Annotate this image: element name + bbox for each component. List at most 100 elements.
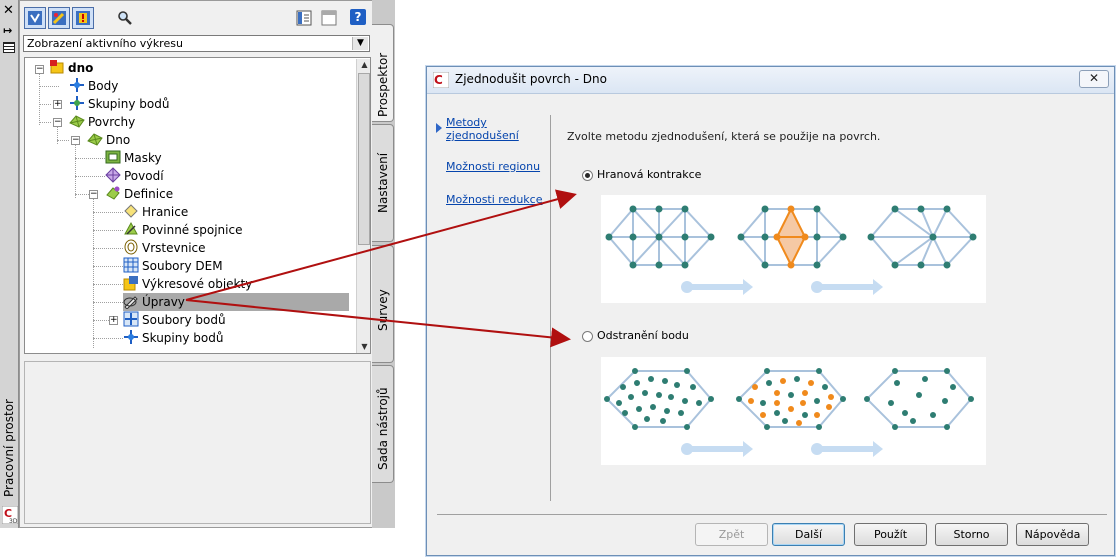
tab-survey[interactable]: Survey — [372, 245, 394, 363]
tree-item-dno-drawing[interactable]: dno — [49, 59, 93, 77]
tab-label: Sada nástrojů — [376, 387, 390, 470]
watersheds-icon — [105, 167, 121, 183]
tree-item-vrstevnice[interactable]: Vrstevnice — [123, 239, 206, 257]
active-page-marker-icon — [436, 123, 442, 133]
edits-icon — [123, 296, 138, 309]
edit-icon[interactable] — [48, 7, 70, 29]
item-view-pane — [24, 361, 371, 524]
point-groups-icon — [70, 96, 84, 110]
point-removal-label[interactable]: Odstranění bodu — [597, 329, 689, 342]
tree-item-label: Soubory bodů — [142, 313, 226, 327]
tree-item-label: Soubory DEM — [142, 259, 223, 273]
scroll-up-icon[interactable]: ▲ — [357, 59, 370, 71]
tree-item-hranice[interactable]: Hranice — [123, 203, 188, 221]
scrollbar-thumb[interactable] — [358, 73, 370, 245]
collapse-icon[interactable]: − — [53, 118, 62, 127]
workspace-label: Pracovní prostor — [2, 399, 16, 497]
tree-item-vykresove-objekty[interactable]: Výkresové objekty — [123, 275, 252, 293]
list-view-icon[interactable] — [296, 10, 312, 29]
surfaces-icon — [69, 115, 85, 128]
tree-item-soubory-bodu[interactable]: Soubory bodů — [123, 311, 226, 329]
tree-item-label: Úpravy — [142, 295, 185, 309]
collapse-icon[interactable]: − — [71, 136, 80, 145]
tree-item-povodi[interactable]: Povodí — [105, 167, 164, 185]
svg-text:C: C — [434, 73, 443, 87]
civil3d-app-icon: C — [433, 72, 449, 88]
view-select-value: Zobrazení aktivního výkresu — [27, 37, 183, 50]
warning-icon[interactable] — [72, 7, 94, 29]
back-button[interactable]: Zpět — [695, 523, 768, 546]
edge-contraction-illustration — [601, 195, 986, 303]
tree-item-label: Výkresové objekty — [142, 277, 253, 291]
next-button[interactable]: Další — [772, 523, 845, 546]
tree-item-povinne-spojnice[interactable]: Povinné spojnice — [123, 221, 242, 239]
chevron-down-icon[interactable]: ▼ — [352, 37, 368, 50]
tab-nastaveni[interactable]: Nastavení — [372, 124, 394, 242]
view-select[interactable]: Zobrazení aktivního výkresu ▼ — [23, 35, 370, 52]
tree-item-label: Povinné spojnice — [142, 223, 243, 237]
point-removal-radio[interactable] — [582, 331, 593, 342]
civil3d-logo-icon: C 3D — [2, 506, 18, 524]
properties-icon[interactable] — [3, 42, 15, 53]
masks-icon — [105, 150, 121, 164]
close-icon[interactable]: ✕ — [3, 4, 14, 17]
toolspace-palette: ✕ ↦ Pracovní prostor C 3D ? Zobrazení ak… — [0, 0, 395, 528]
tree-scrollbar[interactable]: ▲ ▼ — [356, 59, 370, 353]
expand-icon[interactable]: + — [109, 316, 118, 325]
tree-item-label: Povodí — [124, 169, 164, 183]
tree-item-label: Vrstevnice — [142, 241, 206, 255]
tab-label: Prospektor — [376, 52, 390, 117]
drawing-icon — [50, 60, 64, 74]
button-separator — [437, 514, 1107, 515]
tree-item-povrchy[interactable]: Povrchy — [69, 113, 135, 131]
close-icon: ✕ — [1088, 71, 1100, 85]
tab-sada-nastroju[interactable]: Sada nástrojů — [372, 365, 394, 483]
expand-icon[interactable]: + — [53, 100, 62, 109]
item-view-icon[interactable] — [321, 10, 337, 29]
tree-item-skupiny-bodu[interactable]: Skupiny bodů — [69, 95, 169, 113]
edge-contraction-radio[interactable] — [582, 170, 593, 181]
nav-moznosti-regionu[interactable]: Možnosti regionu — [446, 160, 540, 173]
tree-item-label: dno — [68, 61, 94, 75]
prospector-pane: ? Zobrazení aktivního výkresu ▼ − + − − … — [19, 0, 373, 528]
nav-moznosti-redukce[interactable]: Možnosti redukce — [446, 193, 542, 206]
collapse-icon[interactable]: − — [89, 190, 98, 199]
point-removal-illustration — [601, 357, 986, 465]
tree-item-label: Skupiny bodů — [88, 97, 170, 111]
tree-view-icon[interactable] — [24, 7, 46, 29]
surface-icon — [87, 133, 103, 146]
nav-separator — [550, 115, 551, 501]
tree-item-label: Hranice — [142, 205, 189, 219]
help-icon[interactable]: ? — [350, 9, 366, 25]
help-button[interactable]: Nápověda — [1016, 523, 1089, 546]
nav-metody-zjednoduseni[interactable]: Metody zjednodušení — [446, 116, 536, 142]
tree-item-label: Body — [88, 79, 119, 93]
scroll-down-icon[interactable]: ▼ — [357, 341, 370, 353]
tree-item-label: Definice — [124, 187, 174, 201]
tree-item-label: Skupiny bodů — [142, 331, 224, 345]
tab-prospektor[interactable]: Prospektor — [372, 24, 394, 122]
autohide-icon[interactable]: ↦ — [3, 24, 12, 37]
close-button[interactable]: ✕ — [1079, 70, 1109, 88]
tree-item-dno[interactable]: Dno — [87, 131, 130, 149]
tab-label: Nastavení — [376, 152, 390, 213]
boundaries-icon — [124, 204, 138, 218]
collapse-icon[interactable]: − — [35, 65, 44, 74]
tree-item-masky[interactable]: Masky — [105, 149, 162, 167]
tree-item-body[interactable]: Body — [69, 77, 118, 95]
prospector-tree[interactable]: − + − − − + dno Body Skupiny bodů Povrch… — [24, 57, 371, 354]
tree-item-soubory-dem[interactable]: Soubory DEM — [123, 257, 223, 275]
breaklines-icon — [124, 221, 138, 235]
tab-label: Survey — [376, 289, 390, 331]
tree-item-label: Povrchy — [88, 115, 136, 129]
dem-files-icon — [123, 257, 139, 273]
apply-button[interactable]: Použít — [854, 523, 927, 546]
tree-item-skupiny-bodu-surface[interactable]: Skupiny bodů — [123, 329, 223, 347]
tree-item-upravy[interactable]: Úpravy — [123, 293, 349, 311]
contours-icon — [124, 239, 138, 255]
edge-contraction-label[interactable]: Hranová kontrakce — [597, 168, 701, 181]
cancel-button[interactable]: Storno — [935, 523, 1008, 546]
search-icon[interactable] — [117, 10, 133, 29]
tree-item-definice[interactable]: Definice — [105, 185, 173, 203]
svg-text:3D: 3D — [9, 518, 18, 524]
